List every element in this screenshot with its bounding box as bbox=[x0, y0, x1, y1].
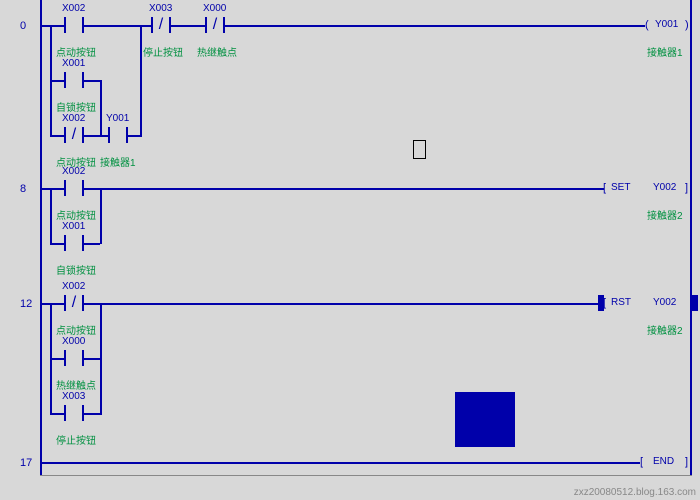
wire bbox=[50, 80, 64, 82]
contact-no[interactable] bbox=[64, 350, 84, 366]
contact-label: 停止按钮 bbox=[56, 432, 96, 447]
right-power-rail bbox=[690, 0, 692, 475]
contact-address: X002 bbox=[62, 3, 85, 14]
contact-label: 点动按钮 bbox=[56, 207, 96, 222]
wire bbox=[128, 135, 140, 137]
contact-label: 自锁按钮 bbox=[56, 262, 96, 277]
wire bbox=[50, 188, 52, 244]
wire bbox=[171, 25, 205, 27]
contact-address: X003 bbox=[149, 3, 172, 14]
contact-label: 接触器1 bbox=[100, 154, 136, 169]
wire bbox=[40, 25, 64, 27]
rung-number: 8 bbox=[20, 183, 26, 195]
contact-address: X000 bbox=[62, 336, 85, 347]
function-name[interactable]: END bbox=[653, 456, 674, 467]
wire bbox=[100, 303, 102, 415]
contact-label: 点动按钮 bbox=[56, 44, 96, 59]
wire bbox=[84, 243, 100, 245]
wire bbox=[50, 303, 52, 359]
contact-label: 停止按钮 bbox=[143, 44, 183, 59]
contact-label: 热继触点 bbox=[197, 44, 237, 59]
wire bbox=[84, 135, 108, 137]
wire bbox=[40, 188, 64, 190]
wire bbox=[100, 80, 102, 136]
function-name[interactable]: SET bbox=[611, 182, 630, 193]
left-power-rail bbox=[40, 0, 42, 475]
contact-address: X002 bbox=[62, 113, 85, 124]
contact-nc[interactable]: / bbox=[205, 17, 225, 33]
wire bbox=[225, 25, 645, 27]
contact-no[interactable] bbox=[64, 180, 84, 196]
contact-no[interactable] bbox=[108, 127, 128, 143]
wire bbox=[100, 188, 102, 244]
wire bbox=[50, 25, 52, 81]
rung-number: 0 bbox=[20, 20, 26, 32]
function-close-bracket: ] bbox=[685, 182, 688, 194]
contact-address: X000 bbox=[203, 3, 226, 14]
coil-label: 接触器2 bbox=[647, 322, 683, 337]
wire bbox=[50, 243, 64, 245]
wire bbox=[50, 135, 64, 137]
divider bbox=[40, 475, 692, 476]
wire bbox=[50, 80, 52, 136]
function-open-bracket: [ bbox=[640, 456, 643, 468]
coil-address: Y001 bbox=[655, 19, 678, 30]
contact-address: X002 bbox=[62, 281, 85, 292]
wire bbox=[84, 188, 604, 190]
contact-address: X001 bbox=[62, 58, 85, 69]
contact-label: 热继触点 bbox=[56, 377, 96, 392]
output-coil[interactable]: ( bbox=[645, 19, 649, 31]
function-open-bracket: [ bbox=[603, 182, 606, 194]
contact-label: 自锁按钮 bbox=[56, 99, 96, 114]
contact-address: X001 bbox=[62, 221, 85, 232]
wire bbox=[140, 25, 142, 137]
output-coil-close: ) bbox=[685, 19, 689, 31]
function-name[interactable]: RST bbox=[611, 297, 631, 308]
function-close-bracket: ] bbox=[685, 456, 688, 468]
function-operand: Y002 bbox=[653, 297, 676, 308]
wire bbox=[50, 358, 52, 414]
contact-no[interactable] bbox=[64, 17, 84, 33]
wire bbox=[84, 303, 598, 305]
wire bbox=[84, 413, 100, 415]
wire bbox=[50, 413, 64, 415]
wire bbox=[84, 358, 100, 360]
selection-icon bbox=[692, 295, 698, 311]
function-operand: Y002 bbox=[653, 182, 676, 193]
cursor-icon bbox=[413, 140, 426, 159]
contact-no[interactable] bbox=[64, 405, 84, 421]
ladder-diagram-canvas: 0 X002 点动按钮 / X003 停止按钮 / X000 热继触点 ( Y0… bbox=[0, 0, 700, 500]
coil-label: 接触器2 bbox=[647, 207, 683, 222]
selection-block bbox=[455, 392, 515, 447]
contact-label: 点动按钮 bbox=[56, 322, 96, 337]
contact-no[interactable] bbox=[64, 72, 84, 88]
wire bbox=[50, 358, 64, 360]
contact-nc[interactable]: / bbox=[64, 127, 84, 143]
coil-label: 接触器1 bbox=[647, 44, 683, 59]
contact-nc[interactable]: / bbox=[64, 295, 84, 311]
contact-nc[interactable]: / bbox=[151, 17, 171, 33]
rung-number: 12 bbox=[20, 298, 32, 310]
contact-no[interactable] bbox=[64, 235, 84, 251]
rung-number: 17 bbox=[20, 457, 32, 469]
contact-address: Y001 bbox=[106, 113, 129, 124]
contact-address: X003 bbox=[62, 391, 85, 402]
function-open-bracket: [ bbox=[603, 297, 606, 309]
wire bbox=[40, 462, 640, 464]
watermark: zxz20080512.blog.163.com bbox=[574, 487, 696, 498]
wire bbox=[40, 303, 64, 305]
contact-address: X002 bbox=[62, 166, 85, 177]
